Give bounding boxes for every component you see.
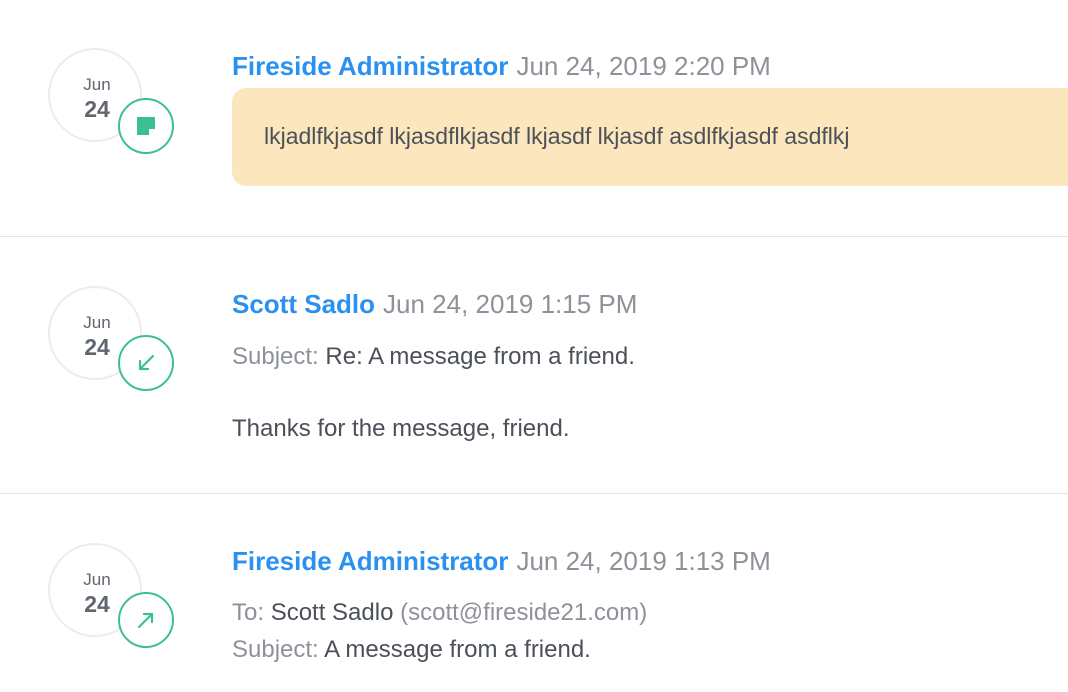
date-month: Jun [83,313,111,332]
subject-value: A message from a friend. [324,636,591,663]
author-link[interactable]: Scott Sadlo [232,289,375,319]
recipient-email: (scott@fireside21.com) [400,599,648,626]
date-month: Jun [83,75,111,94]
subject-label: Subject: [232,343,319,370]
entry-header: Fireside Administrator Jun 24, 2019 1:13 … [232,548,771,574]
date-month: Jun [83,570,111,589]
timestamp: Jun 24, 2019 1:15 PM [383,289,638,319]
subject-value: Re: A message from a friend. [325,343,635,370]
message-body: Thanks for the message, friend. [232,415,570,442]
to-label: To: [232,599,265,626]
subject-line: Subject: Re: A message from a friend. [232,345,635,369]
recipient-name: Scott Sadlo [270,599,394,626]
outgoing-arrow-icon [118,592,174,648]
note-content-box: lkjadlfkjasdf lkjasdflkjasdf lkjasdf lkj… [232,88,1068,186]
entry-header: Fireside Administrator Jun 24, 2019 2:20 … [232,53,771,79]
timestamp: Jun 24, 2019 1:13 PM [516,546,771,576]
timeline-entry-outgoing-email: Jun 24 Fireside Administrator Jun 24, 201… [0,494,1068,692]
entry-header: Scott Sadlo Jun 24, 2019 1:15 PM [232,291,637,317]
author-link[interactable]: Fireside Administrator [232,546,508,576]
timeline-entry-incoming-email: Jun 24 Scott Sadlo Jun 24, 2019 1:15 PM S… [0,237,1068,493]
to-line: To: Scott Sadlo (scott@fireside21.com) [232,601,647,625]
note-text: lkjadlfkjasdf lkjasdflkjasdf lkjasdf lkj… [264,123,850,149]
timestamp: Jun 24, 2019 2:20 PM [516,51,771,81]
timeline-entry-note: Jun 24 Fireside Administrator Jun 24, 201… [0,0,1068,236]
note-icon [118,98,174,154]
activity-timeline: Jun 24 Fireside Administrator Jun 24, 201… [0,0,1068,692]
subject-label: Subject: [232,636,319,663]
subject-line: Subject: A message from a friend. [232,638,591,662]
author-link[interactable]: Fireside Administrator [232,51,508,81]
incoming-arrow-icon [118,335,174,391]
